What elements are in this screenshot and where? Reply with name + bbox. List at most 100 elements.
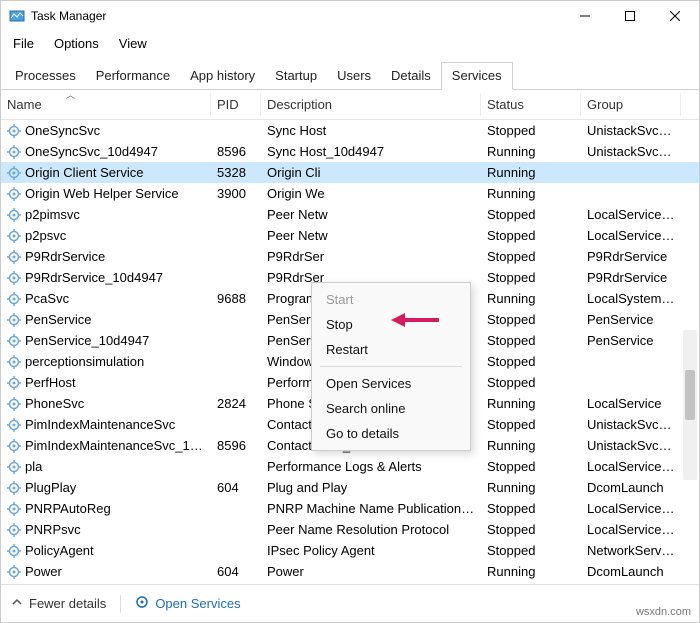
close-button[interactable] [652,1,697,31]
service-pid [211,274,261,282]
table-row[interactable]: PNRPsvcPeer Name Resolution ProtocolStop… [1,519,699,540]
table-row[interactable]: Origin Client Service5328Origin CliRunni… [1,162,699,183]
ctx-search-online[interactable]: Search online [312,396,470,421]
menu-view[interactable]: View [111,34,155,53]
column-pid[interactable]: PID [211,93,261,116]
footer-separator [120,595,121,613]
open-services-label: Open Services [155,596,240,611]
window-title: Task Manager [31,9,106,23]
ctx-stop[interactable]: Stop [312,312,470,337]
service-name: PerfHost [25,375,76,390]
service-pid [211,337,261,345]
tab-details[interactable]: Details [381,63,441,89]
service-pid [211,526,261,534]
service-status: Running [481,476,581,499]
tab-app-history[interactable]: App history [180,63,265,89]
table-row[interactable]: PlugPlay604Plug and PlayRunningDcomLaunc… [1,477,699,498]
column-name[interactable]: Name [1,93,211,116]
service-status: Stopped [481,539,581,562]
service-name: PlugPlay [25,480,76,495]
service-group: UnistackSvcGro… [581,434,681,457]
service-icon [7,439,21,453]
service-group [581,358,681,366]
service-pid [211,232,261,240]
tab-performance[interactable]: Performance [86,63,180,89]
service-description: Performance Logs & Alerts [261,455,481,478]
tab-processes[interactable]: Processes [5,63,86,89]
service-icon [7,418,21,432]
table-row[interactable]: Power604PowerRunningDcomLaunch [1,561,699,582]
service-group: P9RdrService [581,245,681,268]
service-name: pla [25,459,42,474]
open-services-link[interactable]: Open Services [135,595,240,612]
service-group [581,169,681,177]
service-pid [211,253,261,261]
service-status: Stopped [481,120,581,142]
column-status[interactable]: Status [481,93,581,116]
service-icon [7,565,21,579]
service-description: P9RdrSer [261,245,481,268]
fewer-details-button[interactable]: Fewer details [11,596,106,611]
footer: Fewer details Open Services [1,584,699,622]
service-name: PolicyAgent [25,543,94,558]
sort-indicator-icon: ︿ [66,88,75,101]
service-icon [7,145,21,159]
service-name: PcaSvc [25,291,69,306]
column-description[interactable]: Description [261,93,481,116]
ctx-open-services[interactable]: Open Services [312,371,470,396]
service-list: OneSyncSvcSync HostStoppedUnistackSvcGro… [1,120,699,584]
service-pid: 3900 [211,182,261,205]
context-menu: Start Stop Restart Open Services Search … [311,282,471,451]
service-icon [7,229,21,243]
service-description: IPsec Policy Agent [261,539,481,562]
service-status: Stopped [481,350,581,373]
tab-users[interactable]: Users [327,63,381,89]
ctx-restart[interactable]: Restart [312,337,470,362]
ctx-go-to-details[interactable]: Go to details [312,421,470,446]
menu-file[interactable]: File [5,34,42,53]
service-status: Stopped [481,308,581,331]
service-name: P9RdrService_10d4947 [25,270,163,285]
service-status: Stopped [481,518,581,541]
table-row[interactable]: OneSyncSvc Sync HostStoppedUnistackSvcGro… [1,120,699,141]
table-row[interactable]: PolicyAgentIPsec Policy AgentStoppedNetw… [1,540,699,561]
table-row[interactable]: plaPerformance Logs & AlertsStoppedLocal… [1,456,699,477]
service-name: p2psvc [25,228,66,243]
scrollbar-thumb[interactable] [685,370,695,420]
tab-services[interactable]: Services [441,62,513,90]
table-row[interactable]: PrintNotifyPrinter Extensions and Notifi… [1,582,699,584]
table-row[interactable]: p2pimsvcPeer NetwStoppedLocalServicePe… [1,204,699,225]
service-icon [7,544,21,558]
table-row[interactable]: P9RdrServiceP9RdrSerStoppedP9RdrService [1,246,699,267]
service-group: UnistackSvcGro… [581,120,681,142]
scrollbar[interactable] [683,330,697,480]
table-row[interactable]: Origin Web Helper Service3900Origin WeRu… [1,183,699,204]
maximize-button[interactable] [607,1,652,31]
service-description: Printer Extensions and Notifications [261,581,481,584]
service-status: Running [481,434,581,457]
table-row[interactable]: PNRPAutoRegPNRP Machine Name Publication… [1,498,699,519]
column-group[interactable]: Group [581,93,681,116]
service-pid [211,379,261,387]
service-name: PNRPsvc [25,522,81,537]
tab-bar: ProcessesPerformanceApp historyStartupUs… [1,55,699,90]
menu-options[interactable]: Options [46,34,107,53]
table-row[interactable]: p2psvcPeer NetwStoppedLocalServicePe… [1,225,699,246]
table-row[interactable]: OneSyncSvc_10d49478596Sync Host_10d4947R… [1,141,699,162]
service-description: Power [261,560,481,583]
minimize-button[interactable] [562,1,607,31]
service-pid [211,505,261,513]
service-description: Sync Host [261,120,481,142]
service-description: Origin Cli [261,161,481,184]
tab-startup[interactable]: Startup [265,63,327,89]
service-pid: 8596 [211,434,261,457]
service-description: PNRP Machine Name Publication Serv… [261,497,481,520]
service-group: LocalSystemNe… [581,287,681,310]
service-status: Stopped [481,203,581,226]
service-status: Running [481,287,581,310]
service-name: PimIndexMaintenanceSvc_1… [25,438,203,453]
service-pid [211,127,261,135]
service-icon [7,355,21,369]
task-manager-window: Task Manager File Options View Processes… [0,0,700,623]
service-name: OneSyncSvc [25,123,100,138]
